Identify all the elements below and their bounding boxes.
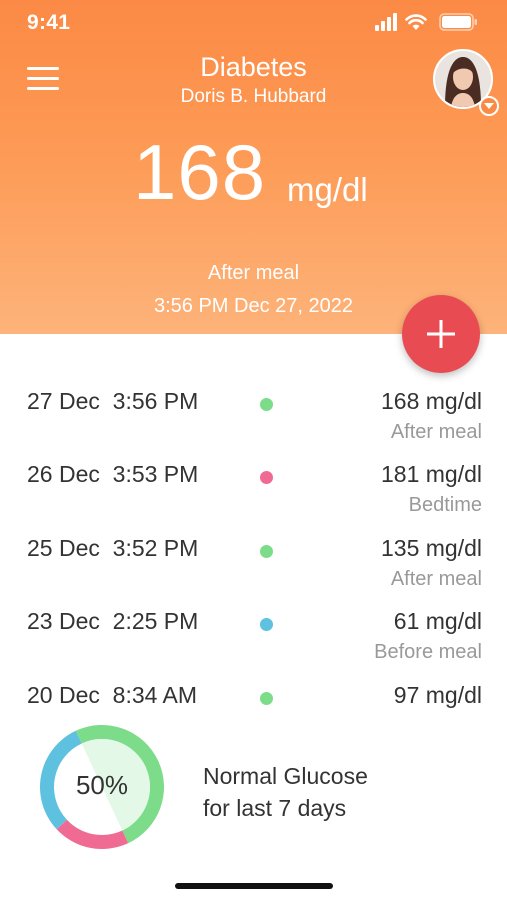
reading-context: After meal xyxy=(390,568,482,590)
normal-glucose-percent: 50% xyxy=(75,770,129,800)
normal-glucose-caption: Normal Glucose for last 7 days xyxy=(203,760,368,824)
profile-dropdown[interactable] xyxy=(479,96,499,116)
user-name: Doris B. Hubbard xyxy=(180,86,327,107)
reading-date: 26 Dec 3:53 PM xyxy=(27,461,199,487)
reading-row[interactable]: 26 Dec 3:53 PM 181 mg/dl Bedtime xyxy=(0,457,507,527)
battery-icon xyxy=(439,13,477,31)
signal-icon xyxy=(375,13,397,31)
reading-value: 135 mg/dl xyxy=(380,535,482,561)
reading-date: 23 Dec 2:25 PM xyxy=(27,608,199,634)
status-dot xyxy=(260,545,273,558)
status-dot xyxy=(260,618,273,631)
reading-value: 97 mg/dl xyxy=(393,682,482,708)
reading-context: Bedtime xyxy=(408,494,482,516)
current-reading-context: After meal xyxy=(207,262,300,284)
status-dot xyxy=(260,692,273,705)
status-dot xyxy=(260,471,273,484)
summary-line-1: Normal Glucose xyxy=(203,763,368,789)
reading-value: 61 mg/dl xyxy=(393,608,482,634)
wifi-icon xyxy=(405,14,427,30)
status-dot xyxy=(260,398,273,411)
reading-value: 168 mg/dl xyxy=(380,388,482,414)
reading-date: 25 Dec 3:52 PM xyxy=(27,535,199,561)
home-indicator[interactable] xyxy=(175,883,333,889)
status-time: 9:41 xyxy=(27,11,71,34)
reading-date: 20 Dec 8:34 AM xyxy=(27,682,198,708)
reading-date: 27 Dec 3:56 PM xyxy=(27,388,199,414)
app-title: Diabetes xyxy=(200,52,307,82)
status-bar: 9:41 xyxy=(0,0,507,46)
reading-value: 181 mg/dl xyxy=(380,461,482,487)
reading-row[interactable]: 23 Dec 2:25 PM 61 mg/dl Before meal xyxy=(0,604,507,674)
summary-line-2: for last 7 days xyxy=(203,795,347,821)
current-glucose-unit: mg/dl xyxy=(287,171,368,208)
current-glucose-value: 168 xyxy=(133,128,267,216)
plus-icon xyxy=(427,320,455,348)
add-reading-button[interactable] xyxy=(402,295,480,373)
reading-row[interactable]: 25 Dec 3:52 PM 135 mg/dl After meal xyxy=(0,531,507,601)
reading-row[interactable]: 27 Dec 3:56 PM 168 mg/dl After meal xyxy=(0,384,507,454)
reading-context: Before meal xyxy=(374,641,482,663)
reading-context: After meal xyxy=(390,421,482,443)
chevron-down-icon xyxy=(484,103,494,109)
header: 9:41 Diabetes Doris B. Hubbard 168 mg/dl… xyxy=(0,0,507,334)
